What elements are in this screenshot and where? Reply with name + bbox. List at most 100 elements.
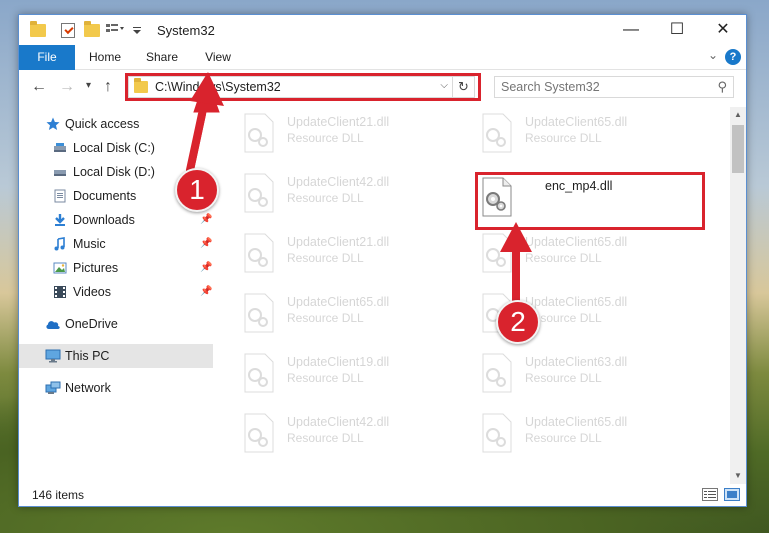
file-item[interactable]: UpdateClient21.dll Resource DLL xyxy=(219,107,449,159)
picture-icon xyxy=(53,262,67,274)
file-name: UpdateClient65.dll xyxy=(525,115,628,129)
sidebar-item-pictures[interactable]: Pictures 📌 xyxy=(19,256,213,280)
step-badge-2: 2 xyxy=(496,300,540,344)
scroll-down-icon[interactable]: ▼ xyxy=(730,468,746,484)
dll-file-icon xyxy=(482,413,512,453)
file-highlight-box xyxy=(475,172,705,230)
dll-file-icon xyxy=(244,293,274,333)
dll-file-icon xyxy=(244,413,274,453)
vertical-scrollbar[interactable]: ▲ ▼ xyxy=(730,107,746,484)
pin-icon[interactable]: 📌 xyxy=(200,256,212,280)
star-icon xyxy=(46,117,60,130)
file-name: UpdateClient65.dll xyxy=(525,295,628,309)
sidebar-item-music[interactable]: Music 📌 xyxy=(19,232,213,256)
search-icon[interactable]: ⚲ xyxy=(717,79,727,95)
file-item[interactable]: UpdateClient65.dll Resource DLL xyxy=(219,287,449,339)
dll-file-icon xyxy=(482,113,512,153)
download-icon xyxy=(55,214,65,226)
network-icon xyxy=(45,381,61,394)
dll-file-icon xyxy=(244,233,274,273)
sidebar-item-local-disk-c[interactable]: Local Disk (C:) xyxy=(19,136,213,160)
search-input[interactable] xyxy=(495,77,705,97)
pin-icon[interactable]: 📌 xyxy=(200,280,212,304)
sidebar-item-quick-access[interactable]: Quick access xyxy=(19,112,213,136)
back-arrow-icon[interactable]: ← xyxy=(31,78,47,96)
file-name: UpdateClient65.dll xyxy=(287,295,390,309)
dll-file-icon xyxy=(244,353,274,393)
file-item[interactable]: UpdateClient65.dll Resource DLL xyxy=(457,107,687,159)
sidebar-item-videos[interactable]: Videos 📌 xyxy=(19,280,213,304)
sidebar-item-downloads[interactable]: Downloads 📌 xyxy=(19,208,213,232)
file-name: UpdateClient63.dll xyxy=(525,355,628,369)
scroll-up-icon[interactable]: ▲ xyxy=(730,107,746,123)
file-item[interactable]: UpdateClient65.dll Resource DLL xyxy=(457,407,687,459)
file-type: Resource DLL xyxy=(287,311,364,325)
sidebar-item-label: OneDrive xyxy=(65,317,118,331)
ribbon-tabs: File Home Share View ⌄ ? xyxy=(19,45,746,70)
sidebar-item-network[interactable]: Network xyxy=(19,376,213,400)
close-button[interactable]: ✕ xyxy=(700,15,746,45)
tab-share[interactable]: Share xyxy=(139,45,185,70)
pin-icon[interactable]: 📌 xyxy=(200,232,212,256)
new-folder-icon[interactable] xyxy=(84,20,100,38)
file-item[interactable]: UpdateClient42.dll Resource DLL xyxy=(219,407,449,459)
file-type: Resource DLL xyxy=(287,131,364,145)
address-highlight-box xyxy=(125,73,481,101)
file-type: Resource DLL xyxy=(525,431,602,445)
file-item[interactable]: UpdateClient63.dll Resource DLL xyxy=(457,347,687,399)
sidebar-item-label: Music xyxy=(73,237,106,251)
scrollbar-thumb[interactable] xyxy=(732,125,744,173)
sidebar-item-label: This PC xyxy=(65,349,110,363)
dll-file-icon xyxy=(244,173,274,213)
help-icon[interactable]: ? xyxy=(725,49,741,65)
sidebar-item-this-pc[interactable]: This PC xyxy=(19,344,213,368)
file-item[interactable]: UpdateClient65.dll Resource DLL xyxy=(457,227,687,279)
file-type: Resource DLL xyxy=(525,371,602,385)
pin-icon[interactable]: 📌 xyxy=(200,208,212,232)
sidebar-item-label: Downloads xyxy=(73,213,135,227)
maximize-button[interactable]: ☐ xyxy=(654,15,700,45)
sidebar-item-label: Pictures xyxy=(73,261,119,275)
tab-home[interactable]: Home xyxy=(81,45,129,70)
search-box[interactable]: ⚲ xyxy=(494,76,734,98)
large-icons-view-icon[interactable] xyxy=(724,488,740,501)
recent-locations-icon[interactable]: ▾ xyxy=(86,80,91,91)
cloud-icon xyxy=(46,321,60,329)
sidebar-item-label: Videos xyxy=(73,285,111,299)
file-explorer-window: System32 — ☐ ✕ File Home Share View ⌄ ? … xyxy=(18,14,747,507)
file-name: UpdateClient65.dll xyxy=(525,235,628,249)
file-name: UpdateClient42.dll xyxy=(287,415,390,429)
properties-icon[interactable] xyxy=(61,22,75,38)
file-name: UpdateClient21.dll xyxy=(287,235,390,249)
file-item[interactable]: UpdateClient21.dll Resource DLL xyxy=(219,227,449,279)
sidebar-item-onedrive[interactable]: OneDrive xyxy=(19,312,213,336)
sidebar-item-label: Network xyxy=(65,381,111,395)
tab-file[interactable]: File xyxy=(19,45,75,70)
file-type: Resource DLL xyxy=(287,371,364,385)
customize-toolbar-icon[interactable] xyxy=(106,22,126,38)
sidebar-item-label: Local Disk (C:) xyxy=(73,141,155,155)
forward-arrow-icon[interactable]: → xyxy=(59,78,75,96)
expand-ribbon-icon[interactable]: ⌄ xyxy=(708,48,718,62)
tab-view[interactable]: View xyxy=(197,45,239,70)
quick-access-dropdown-icon[interactable] xyxy=(132,22,142,38)
dll-file-icon xyxy=(482,353,512,393)
file-item[interactable]: UpdateClient42.dll Resource DLL xyxy=(219,167,449,219)
computer-icon xyxy=(45,349,61,363)
music-icon xyxy=(54,237,65,251)
video-icon xyxy=(54,286,66,298)
minimize-button[interactable]: — xyxy=(608,15,654,45)
item-count: 146 items xyxy=(32,488,85,502)
up-arrow-icon[interactable]: ↑ xyxy=(104,78,112,96)
file-type: Resource DLL xyxy=(287,431,364,445)
file-list: UpdateClient21.dll Resource DLL UpdateCl… xyxy=(219,107,729,472)
navigation-bar: ← → ▾ ↑ C:\Windows\System32 ⌵ ↻ ⚲ xyxy=(19,71,746,103)
title-bar: System32 — ☐ ✕ xyxy=(19,15,746,45)
navigation-pane: Quick access Local Disk (C:) Local Disk … xyxy=(19,107,213,472)
file-item[interactable]: UpdateClient65.dll Resource DLL xyxy=(457,287,687,339)
drive-icon xyxy=(54,143,66,152)
details-view-icon[interactable] xyxy=(702,488,718,501)
step-badge-1: 1 xyxy=(175,168,219,212)
file-item[interactable]: UpdateClient19.dll Resource DLL xyxy=(219,347,449,399)
document-icon xyxy=(54,189,66,203)
